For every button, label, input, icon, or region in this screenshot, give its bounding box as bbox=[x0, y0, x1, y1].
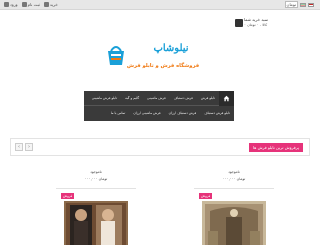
card-divider bbox=[194, 188, 274, 189]
carousel-next-button[interactable]: › bbox=[25, 143, 33, 151]
nav-item[interactable]: تابلو فرش دستباف bbox=[200, 106, 234, 121]
top-utility-bar: ورود ثبت نام خرید تومان bbox=[0, 0, 320, 10]
cart-title: سبد خرید شما bbox=[244, 17, 268, 22]
product-price: ۰۰۰,۰۰۰ تومان bbox=[84, 177, 108, 181]
brand-tagline: فروشگاه فرش و تابلو فرش bbox=[126, 63, 200, 69]
checkout-icon bbox=[43, 2, 49, 7]
product-status: ناموجود bbox=[228, 170, 240, 174]
cart-widget[interactable]: سبد خرید شما ۰ کالا - ۰ تومان bbox=[234, 17, 276, 29]
nav-item[interactable]: تابلو فرش bbox=[197, 91, 219, 106]
product-status: ناموجود bbox=[90, 170, 102, 174]
nav-item[interactable]: فرش ماشینی ارزان bbox=[129, 106, 164, 121]
nav-item[interactable]: گلیم و گبه bbox=[121, 91, 143, 106]
register-link[interactable]: ثبت نام bbox=[21, 1, 40, 8]
cart-summary: ۰ کالا - ۰ تومان bbox=[244, 23, 268, 27]
brand-name: نیلوشاپ bbox=[153, 43, 189, 54]
register-icon bbox=[21, 2, 27, 7]
nav-item[interactable]: فرش دستباف ارزان bbox=[165, 106, 201, 121]
product-card[interactable]: ناموجود ۰۰۰,۰۰۰ تومان فروش bbox=[56, 168, 136, 245]
logo-area: نیلوشاپ فروشگاه فرش و تابلو فرش bbox=[0, 37, 320, 85]
flag-iran-icon[interactable] bbox=[300, 2, 306, 7]
account-links: ورود ثبت نام خرید bbox=[4, 1, 58, 8]
flag-english-icon[interactable] bbox=[308, 2, 314, 7]
main-navigation: تابلو فرش ماشینی گلیم و گبه فرش ماشینی ف… bbox=[84, 90, 234, 121]
bestsellers-section-header: ‹ › پرفروش ترین تابلو فرش ها bbox=[10, 138, 310, 156]
section-title: پرفروش ترین تابلو فرش ها bbox=[249, 143, 303, 152]
carousel-prev-button[interactable]: ‹ bbox=[15, 143, 23, 151]
sale-badge: فروش bbox=[61, 193, 75, 199]
home-button[interactable] bbox=[219, 90, 234, 106]
nav-item[interactable]: فرش ماشینی bbox=[143, 91, 170, 106]
product-card[interactable]: ناموجود ۰۰۰,۰۰۰ تومان فروش bbox=[194, 168, 274, 245]
nav-item[interactable]: فرش دستباف bbox=[170, 91, 197, 106]
register-link-label: ثبت نام bbox=[27, 2, 40, 7]
product-price: ۰۰۰,۰۰۰ تومان bbox=[222, 177, 246, 181]
header: سبد خرید شما ۰ کالا - ۰ تومان bbox=[0, 11, 320, 37]
nav-row-secondary: تماس با ما فرش ماشینی ارزان فرش دستباف ا… bbox=[84, 106, 234, 121]
product-image[interactable] bbox=[64, 201, 128, 245]
site-logo[interactable]: نیلوشاپ فروشگاه فرش و تابلو فرش bbox=[105, 41, 215, 81]
sale-badge: فروش bbox=[199, 193, 213, 199]
nav-item[interactable]: تماس با ما bbox=[107, 106, 130, 121]
nav-row-primary: تابلو فرش ماشینی گلیم و گبه فرش ماشینی ف… bbox=[84, 90, 234, 106]
nav-item[interactable]: تابلو فرش ماشینی bbox=[88, 91, 121, 106]
login-link-label: ورود bbox=[10, 2, 18, 7]
login-link[interactable]: ورود bbox=[4, 1, 18, 8]
user-icon bbox=[4, 2, 9, 7]
locale-switcher: تومان bbox=[284, 1, 314, 8]
shopping-cart-icon bbox=[235, 19, 243, 27]
home-icon bbox=[223, 95, 230, 101]
product-image[interactable] bbox=[202, 201, 266, 245]
currency-select[interactable]: تومان bbox=[284, 1, 298, 8]
card-divider bbox=[56, 188, 136, 189]
checkout-link[interactable]: خرید bbox=[43, 1, 58, 8]
checkout-link-label: خرید bbox=[49, 2, 58, 7]
